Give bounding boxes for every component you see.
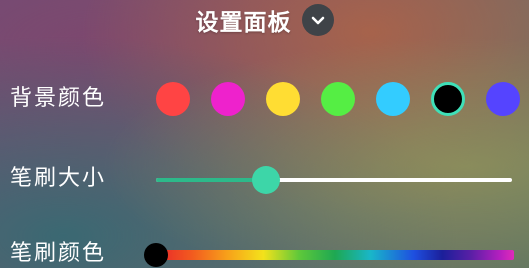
background-color-swatch[interactable] — [266, 82, 300, 116]
brush-color-hue-thumb[interactable] — [144, 243, 168, 267]
brush-size-slider-thumb[interactable] — [252, 166, 281, 194]
brush-color-hue-slider[interactable] — [144, 243, 514, 267]
background-color-swatches — [156, 82, 529, 116]
brush-size-slider[interactable] — [156, 166, 512, 194]
panel-title: 设置面板 — [195, 10, 292, 36]
background-color-swatch[interactable] — [376, 82, 410, 116]
chevron-down-icon — [311, 16, 324, 25]
background-color-label: 背景颜色 — [10, 86, 107, 111]
brush-size-label: 笔刷大小 — [10, 166, 107, 191]
background-color-swatch[interactable] — [486, 82, 520, 116]
panel-header: 设置面板 — [0, 0, 529, 40]
brush-size-slider-fill — [156, 178, 267, 182]
background-color-swatch[interactable] — [321, 82, 355, 116]
collapse-button[interactable] — [301, 4, 334, 36]
background-color-swatch[interactable] — [156, 82, 190, 116]
background-color-swatch[interactable] — [431, 82, 465, 116]
brush-color-label: 笔刷颜色 — [10, 241, 107, 266]
background-color-swatch[interactable] — [211, 82, 245, 116]
